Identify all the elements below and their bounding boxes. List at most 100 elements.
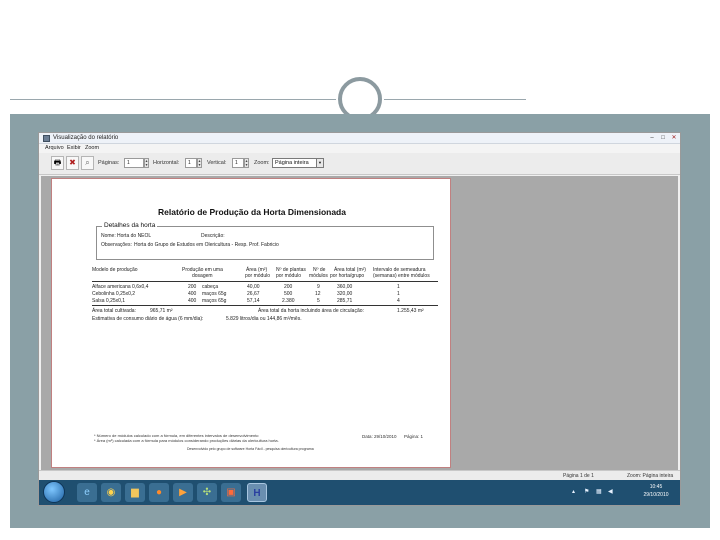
cell-plants: 500: [284, 291, 293, 297]
garden-details-group: Detalhes da horta Nome: Horta do NEOL De…: [96, 222, 434, 260]
cell-model: Alface americana 0,6x0,4: [92, 284, 149, 290]
menu-exibir[interactable]: Exibir: [67, 144, 81, 153]
taskbar-explorer[interactable]: e: [77, 483, 97, 502]
footnote-2: * Área (m²) calculada com a fórmula para…: [94, 438, 279, 443]
taskbar-chrome[interactable]: ◉: [101, 483, 121, 502]
magnifier-icon: ⌕: [85, 158, 90, 167]
close-button[interactable]: ✕: [669, 134, 679, 142]
tray-arrow-icon[interactable]: ▴: [572, 488, 575, 495]
app-icon: [43, 135, 50, 142]
cell-modules: 5: [317, 298, 320, 304]
col-area-sub: por módulo: [245, 273, 271, 279]
total-with-circulation-label: Área total da horta incluindo área de ci…: [258, 308, 364, 314]
taskbar-folder[interactable]: ▆: [125, 483, 145, 502]
tray-flag-icon[interactable]: ⚑: [584, 488, 589, 495]
tray-network-icon[interactable]: ▦: [596, 488, 602, 495]
firefox-icon: ●: [155, 487, 163, 498]
spinner-arrows-icon: ▴ ▾: [198, 158, 201, 167]
report-title: Relatório de Produção da Horta Dimension…: [158, 207, 346, 217]
horizontal-label: Horizontal:: [153, 160, 180, 166]
window-title: Visualização do relatório: [53, 135, 119, 141]
total-area-label: Área total cultivada:: [92, 308, 136, 314]
close-report-button[interactable]: ✖: [66, 156, 79, 170]
zoom-select[interactable]: Página inteira ▼: [272, 158, 324, 168]
status-zoom: Zoom: Página inteira: [627, 473, 674, 479]
menu-bar: Arquivo Exibir Zoom: [39, 144, 680, 153]
taskbar-horta-app[interactable]: H: [247, 483, 267, 502]
vertical-spinner[interactable]: ▴ ▾: [244, 158, 249, 168]
cell-area: 26,67: [247, 291, 260, 297]
status-page: Página 1 de 1: [563, 473, 594, 479]
menu-arquivo[interactable]: Arquivo: [45, 144, 64, 153]
cell-total: 360,00: [337, 284, 353, 290]
maximize-button[interactable]: □: [658, 134, 668, 142]
start-button[interactable]: [43, 481, 65, 503]
cell-plants: 200: [284, 284, 293, 290]
vertical-input[interactable]: 1: [232, 158, 244, 168]
cell-area: 57,14: [247, 298, 260, 304]
horizontal-input[interactable]: 1: [185, 158, 197, 168]
cell-interval: 1: [397, 291, 400, 297]
toolbar: 🖶 ✖ ⌕ Páginas: 1 ▴ ▾ Horizontal: 1 ▴ ▾ Ver…: [39, 153, 680, 175]
zoom-label: Zoom:: [254, 160, 270, 166]
report-page-number: Página: 1: [404, 434, 424, 439]
cell-qty: 200: [188, 284, 197, 290]
cell-interval: 1: [397, 284, 400, 290]
cell-interval: 4: [397, 298, 400, 304]
play-icon: ▶: [179, 487, 187, 498]
cell-qty: 400: [188, 298, 197, 304]
folder-icon: ▆: [131, 487, 139, 498]
taskbar-firefox[interactable]: ●: [149, 483, 169, 502]
taskbar-clock[interactable]: 10:45 29/10/2010: [639, 483, 673, 499]
consumption-label: Estimativa de consumo diário de água (6 …: [92, 316, 204, 322]
header-divider: [92, 281, 438, 282]
notes-label: Observações:: [101, 242, 132, 248]
spinner-arrows-icon: ▴ ▾: [145, 158, 148, 167]
window-titlebar: Visualização do relatório – □ ✕: [39, 133, 680, 144]
name-value: Horta do NEOL: [117, 233, 152, 239]
clock-date: 29/10/2010: [643, 492, 669, 498]
ie-icon: e: [84, 487, 90, 498]
report-preview-window: Visualização do relatório – □ ✕ Arquivo …: [38, 132, 681, 506]
preview-area[interactable]: Relatório de Produção da Horta Dimension…: [41, 176, 678, 470]
taskbar: e ◉ ▆ ● ▶ ✣ ▣ H ▴ ⚑ ▦ ◀ 10:45 29/10/2010: [39, 480, 680, 505]
decorative-line-left: [10, 99, 336, 100]
horta-app-icon: H: [253, 488, 261, 499]
pages-input[interactable]: 1: [124, 158, 144, 168]
zoom-button[interactable]: ⌕: [81, 156, 94, 170]
tools-icon: ✣: [202, 487, 212, 498]
status-bar: Página 1 de 1 Zoom: Página inteira: [39, 470, 680, 480]
close-icon: ✖: [69, 158, 76, 167]
col-production-sub: dosagem: [192, 273, 213, 279]
report-date: Data: 29/10/2010: [362, 434, 397, 439]
minimize-button[interactable]: –: [647, 134, 657, 142]
rows-divider: [92, 305, 438, 306]
horizontal-spinner[interactable]: ▴ ▾: [197, 158, 202, 168]
tray-volume-icon[interactable]: ◀: [608, 488, 613, 495]
cell-model: Cebolinha 0,25x0,2: [92, 291, 136, 297]
menu-zoom[interactable]: Zoom: [85, 144, 99, 153]
pages-label: Páginas:: [98, 160, 120, 166]
description-label: Descrição:: [201, 233, 225, 239]
slide: Visualização do relatório – □ ✕ Arquivo …: [0, 0, 720, 540]
zoom-select-value: Página inteira: [275, 160, 309, 166]
print-button[interactable]: 🖶: [51, 156, 64, 170]
pages-spinner[interactable]: ▴ ▾: [144, 158, 149, 168]
printer-icon: 🖶: [53, 158, 62, 167]
cell-model: Salsa 0,25x0,1: [92, 298, 126, 304]
taskbar-media-player[interactable]: ▶: [173, 483, 193, 502]
cell-total: 320,00: [337, 291, 353, 297]
cell-unit: maços 65g: [202, 291, 227, 297]
decorative-line-right: [384, 99, 526, 100]
cell-unit: maços 65g: [202, 298, 227, 304]
vertical-label: Vertical:: [207, 160, 227, 166]
taskbar-tools[interactable]: ✣: [197, 483, 217, 502]
total-with-circulation-value: 1.255,43 m²: [397, 308, 424, 314]
col-model: Modelo de produção: [92, 267, 138, 273]
report-page: Relatório de Produção da Horta Dimension…: [51, 178, 451, 468]
cell-total: 285,71: [337, 298, 353, 304]
col-plants-sub: por módulo: [276, 273, 302, 279]
cell-unit: cabeça: [202, 284, 219, 290]
taskbar-presentation[interactable]: ▣: [221, 483, 241, 502]
col-interval-sub: (semanas) entre módulos: [373, 273, 430, 279]
